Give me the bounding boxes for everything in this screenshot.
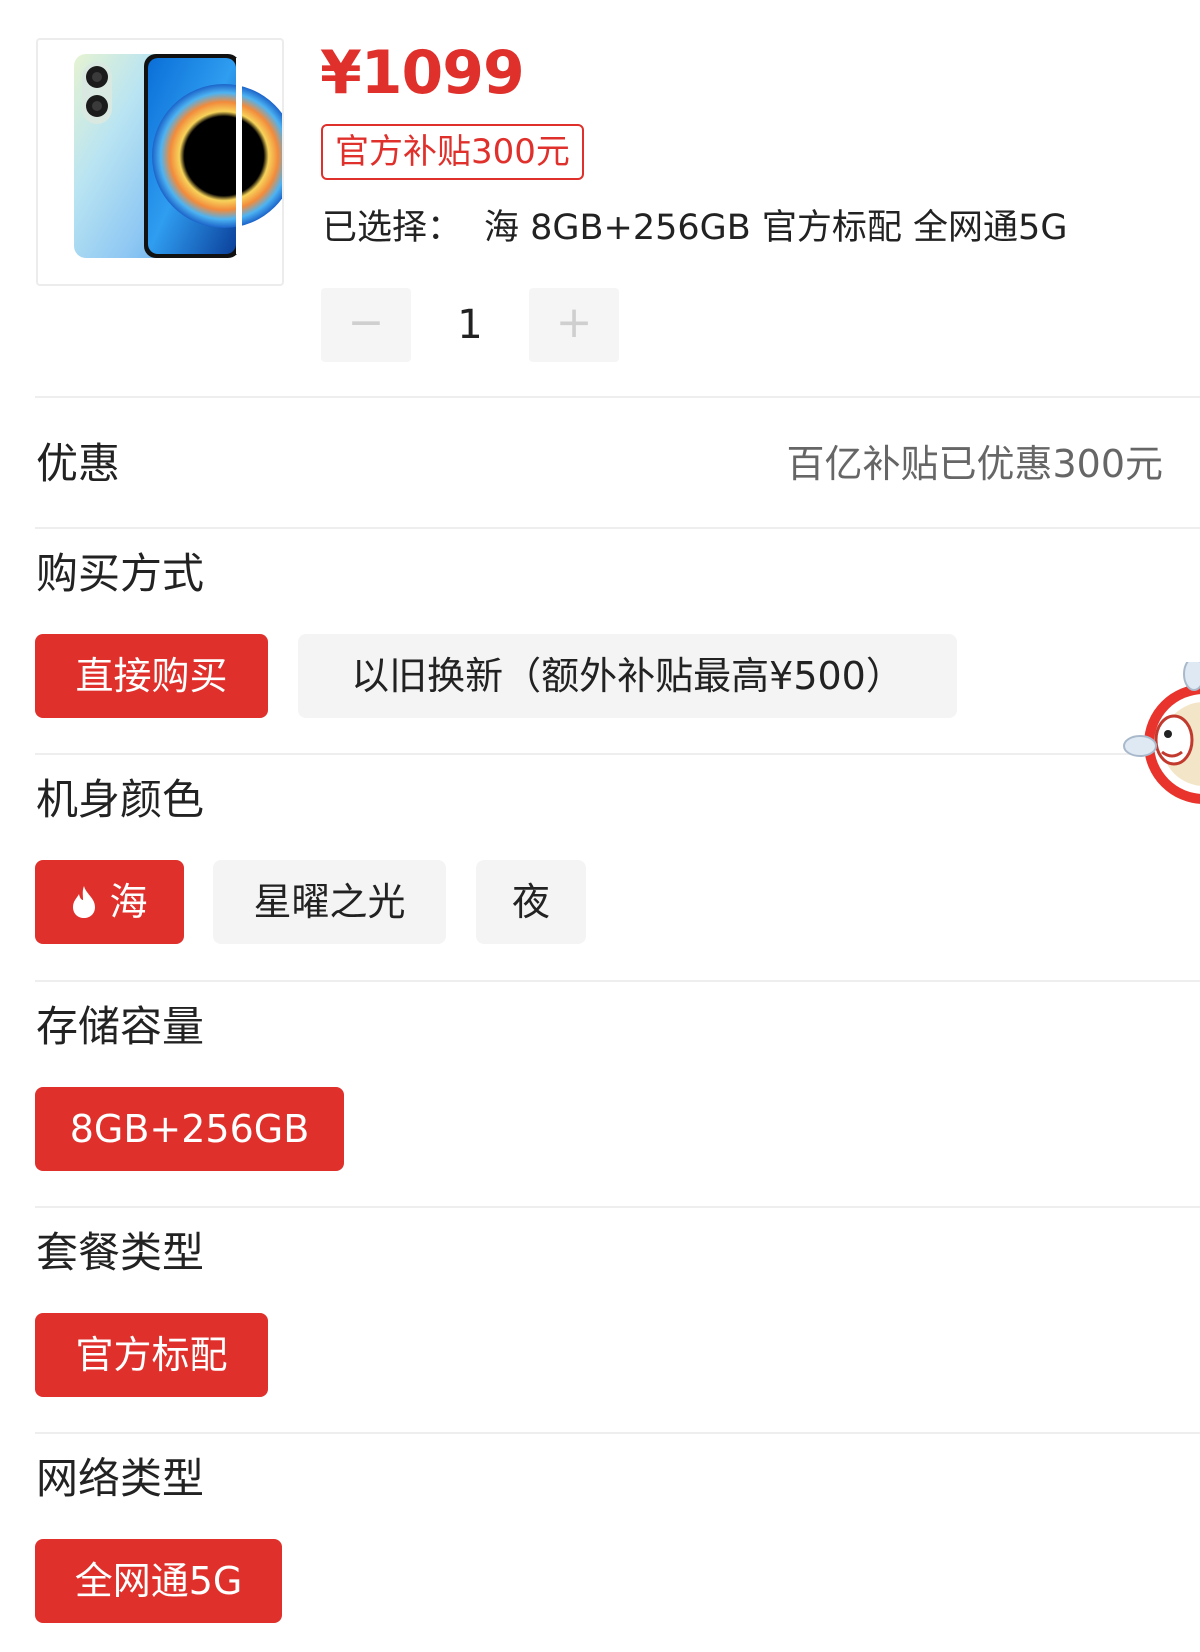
package-title: 套餐类型 — [36, 1228, 205, 1277]
divider — [35, 980, 1200, 982]
discount-value[interactable]: 百亿补贴已优惠300元 — [786, 436, 1163, 492]
purchase-method-title: 购买方式 — [36, 549, 205, 598]
product-image[interactable] — [36, 38, 284, 286]
option-storage-8-256[interactable]: 8GB+256GB — [35, 1087, 344, 1171]
selected-value: 海 8GB+256GB 官方标配 全网通5G — [484, 208, 1068, 248]
option-color-sea-label: 海 — [109, 880, 148, 924]
selected-label: 已选择： — [322, 208, 463, 248]
divider — [35, 1432, 1200, 1434]
option-color-night[interactable]: 夜 — [476, 860, 586, 944]
quantity-increase-button[interactable]: + — [529, 288, 619, 362]
floating-mascot-icon[interactable] — [1122, 662, 1200, 812]
storage-title: 存储容量 — [36, 1002, 205, 1051]
option-package-standard[interactable]: 官方标配 — [35, 1313, 268, 1397]
option-color-sea[interactable]: 海 — [35, 860, 184, 944]
quantity-stepper: − 1 + — [321, 288, 621, 362]
option-trade-in[interactable]: 以旧换新（额外补贴最高¥500） — [298, 634, 957, 718]
selected-summary: 已选择： 海 8GB+256GB 官方标配 全网通5G — [322, 205, 1067, 251]
divider — [35, 527, 1200, 529]
color-title: 机身颜色 — [36, 775, 205, 824]
quantity-value[interactable]: 1 — [411, 288, 529, 362]
option-direct-purchase[interactable]: 直接购买 — [35, 634, 268, 718]
quantity-decrease-button[interactable]: − — [321, 288, 411, 362]
phone-product-icon — [74, 54, 282, 258]
network-title: 网络类型 — [36, 1454, 205, 1503]
option-color-starlight[interactable]: 星曜之光 — [213, 860, 446, 944]
flame-icon — [73, 885, 96, 918]
subsidy-tag: 官方补贴300元 — [321, 124, 584, 180]
divider — [35, 396, 1200, 398]
discount-title: 优惠 — [36, 439, 121, 488]
divider — [35, 753, 1200, 755]
option-network-5g[interactable]: 全网通5G — [35, 1539, 282, 1623]
product-price: ¥1099 — [320, 38, 525, 108]
divider — [35, 1206, 1200, 1208]
mascot-icon — [1123, 662, 1200, 804]
